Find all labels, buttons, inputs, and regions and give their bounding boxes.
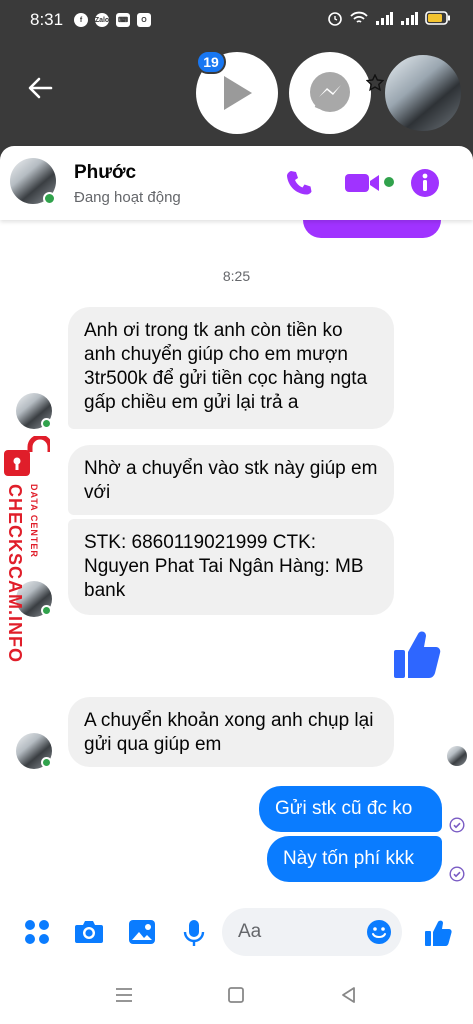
home-icon[interactable] <box>227 986 245 1004</box>
mic-icon[interactable] <box>182 919 206 947</box>
sent-message[interactable]: Gửi stk cũ đc ko <box>259 786 442 832</box>
chat-head-messenger[interactable] <box>289 52 371 134</box>
received-message[interactable]: A chuyển khoản xong anh chụp lại gửi qua… <box>68 697 394 767</box>
facebook-icon: f <box>74 13 88 27</box>
zalo-icon: Zalo <box>95 13 109 27</box>
emoji-icon[interactable] <box>366 919 392 945</box>
message-input-placeholder: Aa <box>238 921 262 942</box>
gallery-icon[interactable] <box>128 919 156 945</box>
alarm-icon <box>328 12 342 26</box>
received-message[interactable]: STK: 6860119021999 CTK: Nguyen Phat Tai … <box>68 519 394 615</box>
unread-badge: 19 <box>196 50 226 74</box>
chat-header: Phước Đang hoạt động <box>0 146 473 220</box>
received-message[interactable]: Nhờ a chuyển vào stk này giúp em với <box>68 445 394 515</box>
menu-icon[interactable] <box>114 986 134 1004</box>
contact-name[interactable]: Phước <box>74 162 136 184</box>
active-status: Đang hoạt động <box>74 189 181 206</box>
wifi-icon <box>350 11 368 23</box>
watermark: CHECKSCAM.INFO DATA CENTER <box>0 436 56 666</box>
delivered-check-icon <box>449 817 465 833</box>
online-indicator <box>43 192 56 205</box>
watermark-title: CHECKSCAM.INFO <box>5 484 25 663</box>
delivered-check-icon <box>449 866 465 882</box>
back-arrow-icon[interactable] <box>26 74 54 102</box>
seen-avatar <box>447 746 467 766</box>
apps-icon[interactable] <box>24 919 50 945</box>
status-time: 8:31 <box>30 10 64 29</box>
back-icon[interactable] <box>340 986 358 1004</box>
lock-icon <box>4 436 50 476</box>
status-bar: 8:31 f Zalo ⌨ O <box>0 0 473 40</box>
received-message[interactable]: Anh ơi trong tk anh còn tiền ko anh chuy… <box>68 307 394 429</box>
like-icon[interactable] <box>424 919 452 947</box>
video-call-icon[interactable] <box>344 171 380 195</box>
camera-icon[interactable] <box>74 919 104 945</box>
keyboard-icon: ⌨ <box>116 13 130 27</box>
signal-icon <box>376 12 393 25</box>
chat-head-avatar[interactable] <box>382 52 464 134</box>
message-timestamp: 8:25 <box>222 268 251 284</box>
signal-icon <box>401 12 418 25</box>
phone-icon[interactable] <box>284 168 314 198</box>
watermark-subtitle: DATA CENTER <box>29 484 39 558</box>
video-online-dot <box>384 177 394 187</box>
sent-message[interactable]: Này tốn phí kkk <box>267 836 442 882</box>
battery-icon <box>425 11 450 25</box>
online-indicator <box>41 757 52 768</box>
info-icon[interactable] <box>410 168 440 198</box>
message-input[interactable]: Aa <box>222 908 402 956</box>
online-indicator <box>41 418 52 429</box>
outlook-icon: O <box>137 13 151 27</box>
like-sticker-icon[interactable] <box>392 628 442 680</box>
messenger-icon <box>310 72 350 112</box>
system-nav-bar <box>0 966 473 1024</box>
